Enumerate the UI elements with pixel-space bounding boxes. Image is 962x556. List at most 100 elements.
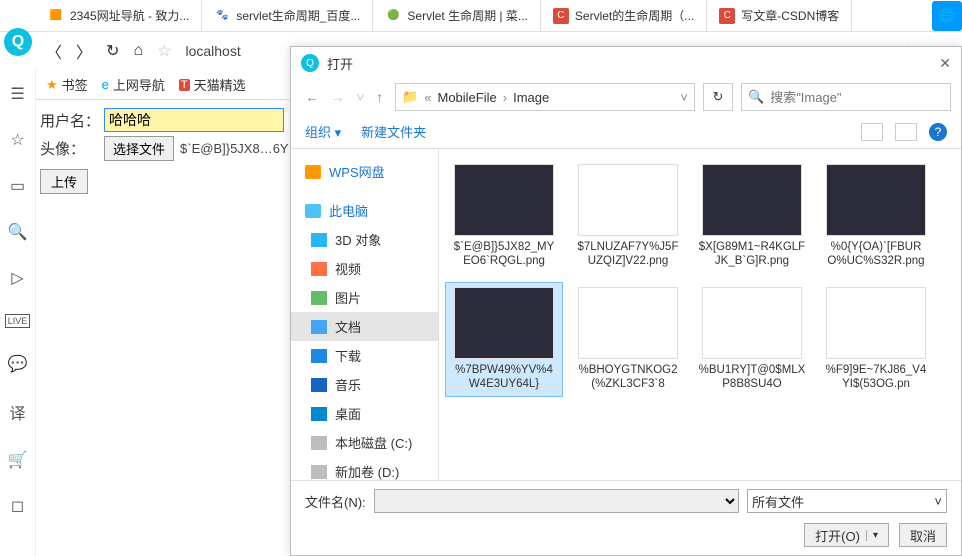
app-logo: Q — [4, 28, 32, 56]
crumb-1[interactable]: Image — [513, 90, 549, 105]
tab-0[interactable]: 🟧2345网址导航 - 致力... — [36, 0, 202, 32]
up-icon[interactable]: ↑ — [376, 89, 383, 105]
view-button-1[interactable] — [861, 123, 883, 141]
tab-4[interactable]: C写文章-CSDN博客 — [707, 0, 852, 32]
forward-button[interactable]: 〉 — [76, 39, 92, 63]
tree-item-0[interactable]: 3D 对象 — [291, 225, 438, 254]
bookmark-item-1[interactable]: T天猫精选 — [179, 75, 246, 94]
filename: %BHOYGTNKOG2(%ZKL3CF3`8 — [574, 363, 682, 392]
chat-icon[interactable]: 💬 — [8, 354, 28, 374]
view-button-2[interactable] — [895, 123, 917, 141]
filter-select[interactable]: 所有文件˅ — [747, 489, 947, 513]
more-icon[interactable]: ◻ — [11, 496, 24, 516]
dialog-icon: Q — [301, 54, 319, 72]
tab-1[interactable]: 🐾 servlet生命周期_百度... — [202, 0, 373, 32]
tmall-icon: T — [179, 79, 190, 91]
tree-item-3[interactable]: 文档 — [291, 312, 438, 341]
filename: %F9]9E~7KJ86_V4YI$(53OG.pn — [822, 363, 930, 392]
browser-tabs: 🟧2345网址导航 - 致力... 🐾servlet生命周期_百度... 🟢Se… — [0, 0, 962, 32]
thumbnail — [454, 287, 554, 359]
star-icon[interactable]: ☆ — [10, 130, 24, 150]
back-button[interactable]: 〈 — [46, 39, 62, 63]
chevron-down-icon[interactable]: ˅ — [680, 90, 688, 105]
tab-label: Servlet的生命周期（... — [575, 7, 694, 24]
chevron-down-icon: ˅ — [934, 494, 942, 509]
thumbnail — [826, 164, 926, 236]
menu-icon[interactable]: ☰ — [10, 84, 24, 104]
tab-3[interactable]: CServlet的生命周期（... — [541, 0, 707, 32]
file-item-1[interactable]: $7LNUZAF7Y%J5FUZQIZ]V22.png — [569, 159, 687, 274]
avatar-label: 头像： — [40, 138, 104, 159]
reload-button[interactable]: ↻ — [106, 41, 119, 61]
globe-button[interactable]: 🌐 — [932, 1, 962, 31]
bookmark-item-0[interactable]: e上网导航 — [102, 75, 165, 94]
file-item-5[interactable]: %BHOYGTNKOG2(%ZKL3CF3`8 — [569, 282, 687, 397]
tree-wps[interactable]: WPS网盘 — [291, 157, 438, 186]
new-folder-button[interactable]: 新建文件夹 — [361, 122, 426, 141]
recent-icon[interactable]: ˅ — [356, 89, 364, 105]
filename: %BU1RY]T@0$MLXP8B8SU4O — [698, 363, 806, 392]
nav-arrows: ← → ˅ ↑ — [301, 89, 387, 105]
username-label: 用户名： — [40, 110, 104, 131]
book-icon[interactable]: ▭ — [10, 176, 25, 196]
tab-icon: 🐾 — [214, 8, 230, 24]
help-icon[interactable]: ? — [929, 123, 947, 141]
thumbnail — [702, 164, 802, 236]
tab-2[interactable]: 🟢Servlet 生命周期 | 菜... — [373, 0, 540, 32]
search-box[interactable]: 🔍 — [741, 83, 951, 111]
crumb-0[interactable]: MobileFile — [437, 90, 496, 105]
filename-input[interactable] — [374, 489, 739, 513]
tree-item-7[interactable]: 本地磁盘 (C:) — [291, 428, 438, 457]
live-icon[interactable]: LIVE — [5, 314, 31, 328]
bookmarks-label[interactable]: ★书签 — [46, 75, 88, 94]
ie-icon: e — [102, 77, 109, 92]
tree-item-6[interactable]: 桌面 — [291, 399, 438, 428]
folder-icon — [311, 233, 327, 247]
refresh-button[interactable]: ↻ — [703, 83, 733, 111]
tree-item-8[interactable]: 新加卷 (D:) — [291, 457, 438, 480]
upload-button[interactable]: 上传 — [40, 169, 88, 194]
search-icon[interactable]: 🔍 — [8, 222, 28, 242]
thumbnail — [702, 287, 802, 359]
organize-button[interactable]: 组织 ▾ — [305, 122, 341, 141]
folder-icon — [311, 291, 327, 305]
close-icon[interactable]: ✕ — [939, 55, 951, 72]
username-input[interactable] — [104, 108, 284, 132]
video-icon[interactable]: ▷ — [11, 268, 23, 288]
cart-icon[interactable]: 🛒 — [8, 450, 28, 470]
file-item-0[interactable]: $`E@B]}5JX82_MYEO6`RQGL.png — [445, 159, 563, 274]
choose-file-button[interactable]: 选择文件 — [104, 136, 174, 161]
file-item-4[interactable]: %7BPW49%YV%4W4E3UY64L} — [445, 282, 563, 397]
open-dropdown-icon[interactable]: ▾ — [866, 530, 878, 541]
tree-item-4[interactable]: 下载 — [291, 341, 438, 370]
open-button[interactable]: 打开(O)▾ — [804, 523, 889, 547]
file-item-7[interactable]: %F9]9E~7KJ86_V4YI$(53OG.pn — [817, 282, 935, 397]
tab-label: servlet生命周期_百度... — [236, 7, 360, 24]
star-button[interactable]: ☆ — [157, 41, 171, 61]
cancel-button[interactable]: 取消 — [899, 523, 947, 547]
file-item-2[interactable]: $X[G89M1~R4KGLFJK_B`G]R.png — [693, 159, 811, 274]
tree-pc[interactable]: 此电脑 — [291, 196, 438, 225]
folder-icon: 📁 — [402, 89, 418, 105]
tab-icon: 🟢 — [385, 8, 401, 24]
file-item-6[interactable]: %BU1RY]T@0$MLXP8B8SU4O — [693, 282, 811, 397]
search-input[interactable] — [770, 90, 946, 105]
tab-icon: C — [719, 8, 735, 24]
filename: $7LNUZAF7Y%J5FUZQIZ]V22.png — [574, 240, 682, 269]
filename: $X[G89M1~R4KGLFJK_B`G]R.png — [698, 240, 806, 269]
filename-label: 文件名(N): — [305, 492, 366, 511]
home-button[interactable]: ⌂ — [133, 42, 143, 60]
tab-icon: 🟧 — [48, 8, 64, 24]
dialog-toolbar: 组织 ▾ 新建文件夹 ? — [291, 115, 961, 149]
folder-icon — [311, 349, 327, 363]
filename: $`E@B]}5JX82_MYEO6`RQGL.png — [450, 240, 558, 269]
dialog-nav: ← → ˅ ↑ 📁 « MobileFile › Image ˅ ↻ 🔍 — [291, 79, 961, 115]
tree-item-1[interactable]: 视频 — [291, 254, 438, 283]
file-item-3[interactable]: %0{Y{OA)`[FBURO%UC%S32R.png — [817, 159, 935, 274]
tree-item-5[interactable]: 音乐 — [291, 370, 438, 399]
translate-icon[interactable]: 译 — [9, 400, 25, 424]
breadcrumb[interactable]: 📁 « MobileFile › Image ˅ — [395, 83, 695, 111]
back-icon[interactable]: ← — [305, 89, 319, 105]
tree-item-2[interactable]: 图片 — [291, 283, 438, 312]
forward-icon[interactable]: → — [331, 89, 345, 105]
